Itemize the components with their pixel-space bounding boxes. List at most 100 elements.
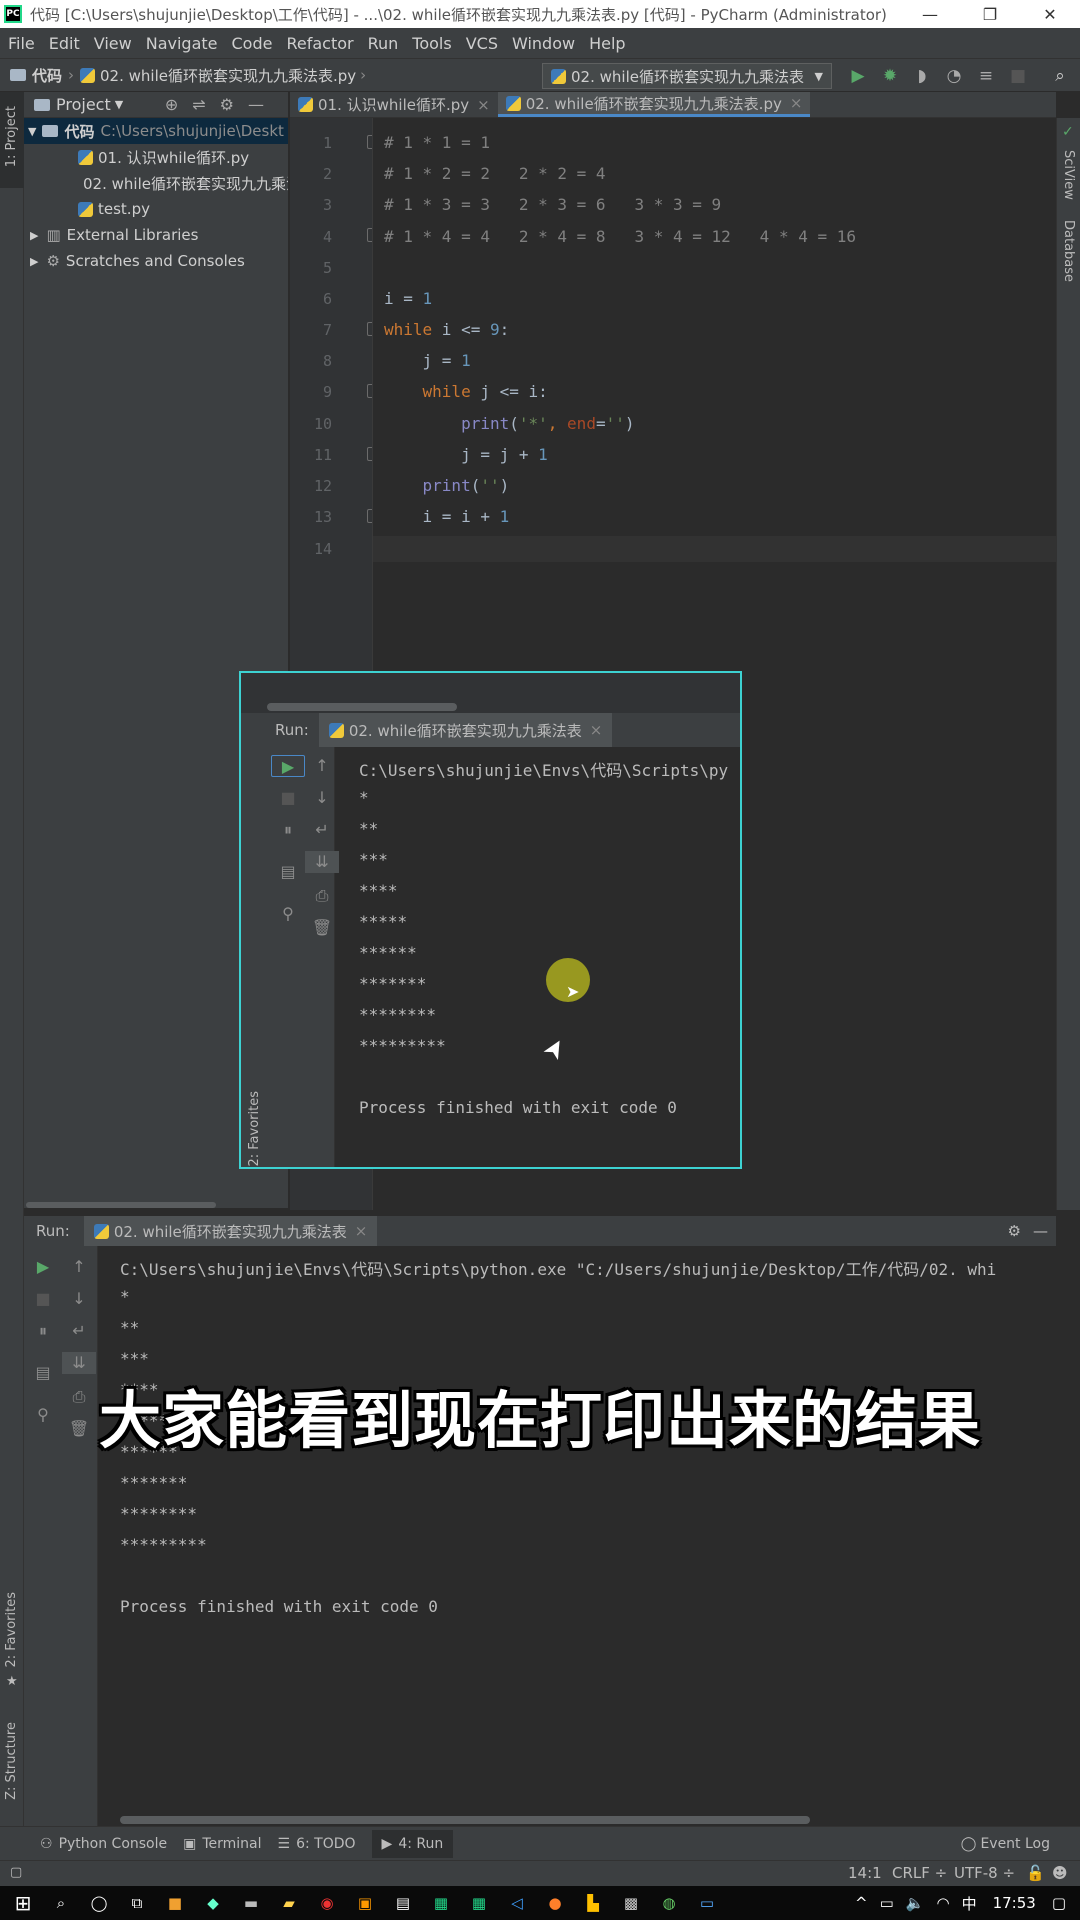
app-icon[interactable]: ■ — [160, 1891, 190, 1915]
app-icon[interactable]: ● — [540, 1891, 570, 1915]
search-icon[interactable]: ⌕ — [46, 1891, 76, 1915]
tree-file[interactable]: 02. while循环嵌套实现九九乘法表 — [24, 170, 288, 196]
menu-navigate[interactable]: Navigate — [146, 34, 218, 53]
stop-icon[interactable]: ■ — [26, 1288, 60, 1310]
app-icon[interactable]: ▣ — [350, 1891, 380, 1915]
soft-wrap-icon[interactable]: ↵ — [62, 1320, 96, 1342]
pycharm-icon[interactable]: ▦ — [426, 1891, 456, 1915]
netease-music-icon[interactable]: ◉ — [312, 1891, 342, 1915]
battery-icon[interactable]: ▭ — [880, 1894, 894, 1912]
close-icon[interactable]: × — [590, 721, 603, 739]
maximize-button[interactable]: ❐ — [960, 5, 1020, 24]
run-tab[interactable]: 02. while循环嵌套实现九九乘法表 × — [83, 1216, 378, 1246]
close-icon[interactable]: × — [790, 94, 803, 112]
pin-icon[interactable]: ⚲ — [271, 903, 305, 925]
notification-icon[interactable]: ▢ — [1052, 1894, 1066, 1912]
breadcrumb-file[interactable]: 02. while循环嵌套实现九九乘法表.py — [100, 65, 356, 86]
run-tab[interactable]: 02. while循环嵌套实现九九乘法表 × — [318, 713, 613, 747]
favorites-tool-button[interactable]: 2: Favorites — [247, 1091, 262, 1167]
tree-file[interactable]: 01. 认识while循环.py — [24, 144, 288, 170]
pycharm-icon[interactable]: ▦ — [464, 1891, 494, 1915]
close-button[interactable]: ✕ — [1020, 5, 1080, 24]
file-encoding[interactable]: UTF-8 ÷ — [954, 1864, 1015, 1882]
menu-vcs[interactable]: VCS — [466, 34, 498, 53]
menu-run[interactable]: Run — [368, 34, 399, 53]
tree-file[interactable]: test.py — [24, 196, 288, 222]
lock-icon[interactable]: 🔓 — [1026, 1864, 1045, 1882]
app-icon[interactable]: ▩ — [616, 1891, 646, 1915]
structure-tool-button[interactable]: Z: Structure — [4, 1722, 19, 1800]
menu-refactor[interactable]: Refactor — [286, 34, 353, 53]
soft-wrap-icon[interactable]: ↵ — [305, 819, 339, 841]
gear-icon[interactable]: ⚙ — [1008, 1222, 1021, 1240]
database-tool-button[interactable]: Database — [1061, 220, 1076, 282]
tab-file-01[interactable]: 01. 认识while循环.py × — [290, 92, 498, 117]
sciview-tool-button[interactable]: SciView — [1061, 150, 1076, 200]
run-tool-button[interactable]: ▶ 4: Run — [371, 1829, 454, 1858]
python-console-button[interactable]: ⚇ Python Console — [40, 1836, 167, 1852]
breadcrumb-project[interactable]: 代码 — [32, 65, 62, 86]
run-icon[interactable]: ▶ — [848, 66, 868, 86]
tree-scratches[interactable]: ▶ ⚙ Scratches and Consoles — [24, 248, 288, 274]
horizontal-scrollbar[interactable] — [267, 703, 457, 711]
debug-icon[interactable]: ✹ — [880, 66, 900, 86]
up-arrow-icon[interactable]: ↑ — [305, 755, 339, 777]
minimize-button[interactable]: — — [900, 5, 960, 24]
tree-external-libraries[interactable]: ▶ ▥ External Libraries — [24, 222, 288, 248]
stop-icon[interactable]: ■ — [271, 787, 305, 809]
menu-window[interactable]: Window — [512, 34, 575, 53]
profile-icon[interactable]: ◔ — [944, 66, 964, 86]
print-icon[interactable]: ⎙ — [305, 885, 339, 907]
inspector-icon[interactable]: ☻ — [1052, 1864, 1068, 1882]
app-icon[interactable]: ◆ — [198, 1891, 228, 1915]
app-icon[interactable]: ▙ — [578, 1891, 608, 1915]
layout-icon[interactable]: ▤ — [271, 861, 305, 883]
horizontal-scrollbar[interactable] — [26, 1202, 216, 1208]
concurrency-icon[interactable]: ≡ — [976, 66, 996, 86]
tray-up-icon[interactable]: ^ — [855, 1894, 868, 1912]
wechat-icon[interactable]: ◍ — [654, 1891, 684, 1915]
rerun-icon[interactable]: ▶ — [26, 1256, 60, 1278]
terminal-button[interactable]: ▣ Terminal — [183, 1836, 261, 1852]
menu-tools[interactable]: Tools — [412, 34, 451, 53]
trash-icon[interactable]: 🗑 — [305, 917, 339, 939]
pause-icon[interactable]: ⏸ — [271, 819, 305, 841]
menu-edit[interactable]: Edit — [49, 34, 80, 53]
rerun-icon[interactable]: ▶ — [271, 755, 305, 777]
scroll-to-end-icon[interactable]: ⇊ — [305, 851, 339, 873]
wifi-icon[interactable]: ◠ — [936, 1894, 949, 1912]
app-icon[interactable]: ▬ — [236, 1891, 266, 1915]
windows-start-icon[interactable]: ⊞ — [8, 1891, 38, 1915]
vscode-icon[interactable]: ◁ — [502, 1891, 532, 1915]
app-icon[interactable]: ▤ — [388, 1891, 418, 1915]
down-arrow-icon[interactable]: ↓ — [305, 787, 339, 809]
app-icon[interactable]: ▭ — [692, 1891, 722, 1915]
stop-icon[interactable]: ■ — [1008, 66, 1028, 86]
todo-button[interactable]: ☰ 6: TODO — [278, 1836, 356, 1852]
task-view-icon[interactable]: ⧉ — [122, 1891, 152, 1915]
event-log-button[interactable]: ◯ Event Log — [961, 1836, 1050, 1852]
search-icon[interactable]: ⌕ — [1050, 66, 1070, 86]
tab-file-02[interactable]: 02. while循环嵌套实现九九乘法表.py × — [497, 92, 811, 117]
cortana-icon[interactable]: ◯ — [84, 1891, 114, 1915]
line-separator[interactable]: CRLF ÷ — [892, 1864, 947, 1882]
project-tool-button[interactable]: 1: Project — [4, 106, 19, 167]
down-arrow-icon[interactable]: ↓ — [62, 1288, 96, 1310]
pause-icon[interactable]: ⏸ — [26, 1320, 60, 1342]
volume-icon[interactable]: 🔈 — [906, 1894, 925, 1912]
menu-code[interactable]: Code — [232, 34, 273, 53]
horizontal-scrollbar[interactable] — [120, 1816, 810, 1824]
favorites-tool-button[interactable]: 2: Favorites — [4, 1592, 19, 1668]
folder-icon[interactable]: ▰ — [274, 1891, 304, 1915]
layout-icon[interactable]: ▢ — [10, 1865, 22, 1880]
caret-position[interactable]: 14:1 — [848, 1864, 882, 1882]
menu-help[interactable]: Help — [589, 34, 625, 53]
clock[interactable]: 17:53 — [993, 1894, 1036, 1912]
close-icon[interactable]: × — [477, 96, 490, 114]
menu-view[interactable]: View — [94, 34, 132, 53]
project-panel-actions[interactable]: ⊕⇌⚙— — [165, 95, 278, 114]
run-config-select[interactable]: 02. while循环嵌套实现九九乘法表 ▼ — [542, 63, 832, 89]
up-arrow-icon[interactable]: ↑ — [62, 1256, 96, 1278]
project-panel-title[interactable]: Project — [56, 95, 111, 114]
close-icon[interactable]: × — [355, 1222, 368, 1240]
